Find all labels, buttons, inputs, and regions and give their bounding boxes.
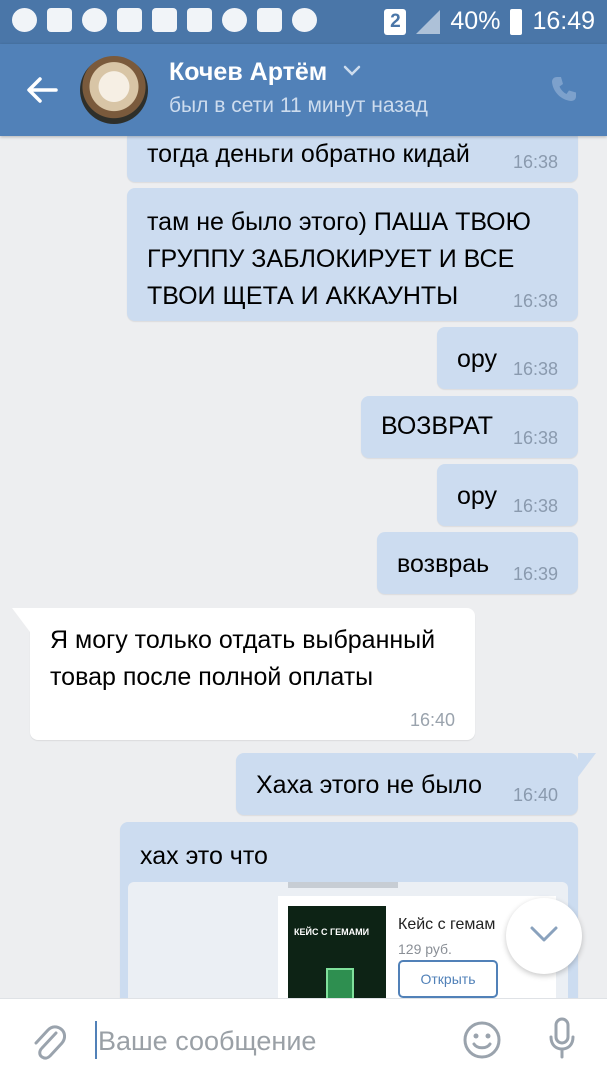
scroll-down-button[interactable] xyxy=(506,898,582,974)
message-text: Я могу только отдать выбранный товар пос… xyxy=(50,626,436,691)
chevron-down-icon[interactable] xyxy=(343,65,361,77)
gallery-icon xyxy=(47,8,72,32)
attachment-divider xyxy=(288,882,398,888)
game-icon xyxy=(152,8,177,32)
message-time: 16:38 xyxy=(512,152,558,172)
notification-icons xyxy=(12,8,317,32)
contact-status: был в сети 11 минут назад xyxy=(169,94,428,117)
message-text: Хаха этого не было xyxy=(256,771,483,799)
message-bubble[interactable]: ВОЗВРАТ 16:38 xyxy=(361,396,578,458)
signal-icon xyxy=(416,9,441,34)
message-bubble[interactable]: Хаха этого не было 16:40 xyxy=(236,753,596,815)
message-text: там не было этого) ПАША ТВОЮ ГРУППУ ЗАБЛ… xyxy=(147,208,531,310)
status-right: 2 40% 16:49 xyxy=(384,7,595,36)
message-bubble[interactable]: ору 16:38 xyxy=(437,327,578,389)
chat-header: Кочев Артём был в сети 11 минут назад xyxy=(0,44,607,136)
message-time: 16:39 xyxy=(512,564,558,584)
battery-icon xyxy=(510,8,523,35)
message-time: 16:40 xyxy=(512,785,558,805)
message-text: тогда деньги обратно кидай xyxy=(147,140,470,168)
message-time: 16:40 xyxy=(409,710,455,730)
message-text: ору xyxy=(457,482,498,510)
message-icon xyxy=(222,8,247,32)
phone-icon[interactable] xyxy=(549,74,579,104)
message-bubble[interactable]: ору 16:38 xyxy=(437,464,578,526)
paperclip-icon[interactable] xyxy=(30,1021,66,1061)
message-time: 16:38 xyxy=(512,496,558,516)
message-composer xyxy=(0,998,607,1081)
status-bar: 2 40% 16:49 xyxy=(0,0,607,44)
message-bubble[interactable]: тогда деньги обратно кидай 16:38 xyxy=(127,130,578,182)
battery-percent: 40% xyxy=(450,7,501,35)
product-thumbnail-caption: КЕЙС С ГЕМАМИ xyxy=(294,927,370,937)
mute-icon xyxy=(257,8,282,32)
sim-slot-icon: 2 xyxy=(384,8,407,35)
message-time: 16:38 xyxy=(512,359,558,379)
search-icon xyxy=(82,8,107,32)
clock: 16:49 xyxy=(532,7,595,35)
game-icon xyxy=(187,8,212,32)
message-bubble-incoming[interactable]: Я могу только отдать выбранный товар пос… xyxy=(12,608,475,740)
message-input[interactable] xyxy=(96,1015,440,1067)
open-button[interactable]: Открыть xyxy=(398,960,498,998)
message-bubble[interactable]: возвраь 16:39 xyxy=(377,532,578,594)
message-text: хах это что xyxy=(140,842,268,870)
chat-icon xyxy=(12,8,37,32)
video-icon xyxy=(117,8,142,32)
message-text: ВОЗВРАТ xyxy=(381,412,494,440)
back-arrow-icon[interactable] xyxy=(24,72,60,108)
message-time: 16:38 xyxy=(512,291,558,311)
message-text: ору xyxy=(457,345,498,373)
wifi-icon xyxy=(292,8,317,32)
message-text: возвраь xyxy=(397,550,490,578)
message-bubble[interactable]: там не было этого) ПАША ТВОЮ ГРУППУ ЗАБЛ… xyxy=(127,188,578,321)
message-time: 16:38 xyxy=(512,428,558,448)
emoji-icon[interactable] xyxy=(462,1020,502,1060)
microphone-icon[interactable] xyxy=(548,1017,576,1061)
avatar[interactable] xyxy=(80,56,148,124)
contact-name[interactable]: Кочев Артём xyxy=(169,58,327,87)
chevron-down-icon xyxy=(530,926,558,942)
